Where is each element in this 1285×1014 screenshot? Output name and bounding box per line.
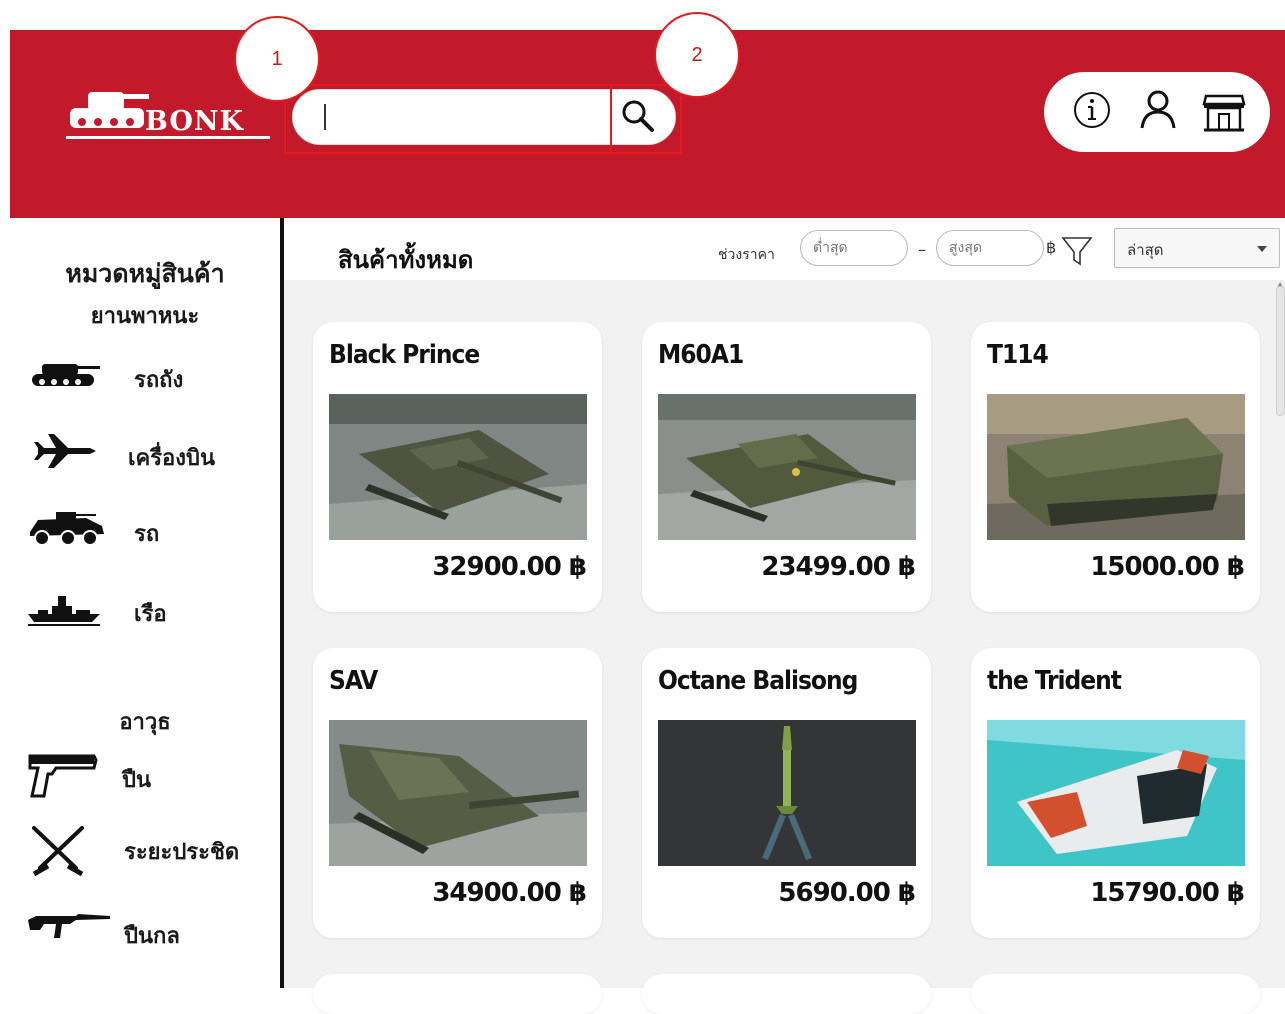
filter-icon[interactable] <box>1060 234 1094 268</box>
sidebar-item-melee[interactable]: ระยะประชิด <box>26 822 276 877</box>
product-price: 15000.00 ฿ <box>1090 552 1245 582</box>
max-price-input[interactable] <box>936 230 1044 266</box>
product-card-partial[interactable] <box>313 974 602 1014</box>
price-range-label: ช่วงราคา <box>718 247 775 263</box>
sidebar-item-label: ปืนกล <box>124 924 180 949</box>
chevron-down-icon <box>1257 246 1267 252</box>
product-image <box>987 720 1245 866</box>
sidebar-item-label: รถถัง <box>134 368 184 393</box>
product-card[interactable]: T114 15000.00 ฿ <box>971 322 1260 612</box>
product-image <box>987 394 1245 540</box>
product-name: Black Prince <box>329 340 480 370</box>
product-price: 34900.00 ฿ <box>432 878 587 908</box>
scrollbar-thumb[interactable] <box>1276 286 1285 416</box>
weapons-heading: อาวุธ <box>119 710 171 735</box>
product-card[interactable]: Black Prince 32900.00 ฿ <box>313 322 602 612</box>
product-name: Octane Balisong <box>658 666 858 696</box>
product-card[interactable]: Octane Balisong 5690.00 ฿ <box>642 648 931 938</box>
store-icon[interactable] <box>1200 86 1248 134</box>
tank-icon <box>32 364 100 386</box>
sort-selected-value: ล่าสุด <box>1127 241 1164 259</box>
product-image <box>329 720 587 866</box>
sidebar-item-ship[interactable]: เรือ <box>26 584 276 634</box>
range-dash: – <box>918 240 926 259</box>
sidebar-item-rifle[interactable]: ปืนกล <box>26 906 276 956</box>
page-title: สินค้าทั้งหมด <box>338 246 474 274</box>
sidebar-item-label: เรือ <box>134 602 167 627</box>
product-card[interactable]: SAV 34900.00 ฿ <box>313 648 602 938</box>
sidebar-item-label: รถ <box>134 522 160 547</box>
sidebar-item-label: ปืน <box>122 768 152 793</box>
product-card[interactable]: M60A1 23499.00 ฿ <box>642 322 931 612</box>
product-image <box>329 394 587 540</box>
pistol-icon <box>28 754 98 798</box>
product-name: the Trident <box>987 666 1122 696</box>
sort-dropdown[interactable]: ล่าสุด <box>1114 228 1280 268</box>
product-card-partial[interactable] <box>642 974 931 1014</box>
annotation-box-2 <box>610 84 682 154</box>
product-card-partial[interactable] <box>971 974 1260 1014</box>
sidebar-item-jet[interactable]: เครื่องบิน <box>26 428 276 478</box>
sidebar-item-label: ระยะประชิด <box>124 840 240 865</box>
annotation-box-1 <box>284 84 612 154</box>
product-price: 23499.00 ฿ <box>761 552 916 582</box>
armored-car-icon <box>30 512 104 546</box>
tank-logo-icon <box>70 92 149 128</box>
sidebar-item-tank[interactable]: รถถัง <box>26 350 276 400</box>
crossed-knives-icon <box>32 826 84 877</box>
vehicles-heading: ยานพาหนะ <box>90 304 200 329</box>
annotation-marker-2: 2 <box>654 12 740 98</box>
product-image <box>658 720 916 866</box>
product-name: M60A1 <box>658 340 744 370</box>
logo-underline <box>66 136 270 139</box>
currency-symbol: ฿ <box>1046 238 1057 257</box>
sidebar-item-label: เครื่องบิน <box>128 446 216 471</box>
sidebar-item-pistol[interactable]: ปืน <box>26 750 276 800</box>
logo-text: BONK <box>145 106 244 137</box>
annotation-marker-1: 1 <box>234 16 320 102</box>
product-price: 5690.00 ฿ <box>778 878 916 908</box>
product-name: SAV <box>329 666 378 696</box>
product-image <box>658 394 916 540</box>
jet-icon <box>34 434 96 468</box>
product-name: T114 <box>987 340 1049 370</box>
sidebar-item-car[interactable]: รถ <box>26 504 276 554</box>
product-price: 32900.00 ฿ <box>432 552 587 582</box>
min-price-input[interactable] <box>800 230 908 266</box>
product-price: 15790.00 ฿ <box>1090 878 1245 908</box>
user-icon[interactable] <box>1134 86 1182 134</box>
info-icon[interactable] <box>1068 86 1116 134</box>
sidebar-title: หมวดหมู่สินค้า <box>65 259 225 288</box>
ship-icon <box>28 596 100 626</box>
rifle-icon <box>28 914 110 938</box>
product-card[interactable]: the Trident 15790.00 ฿ <box>971 648 1260 938</box>
